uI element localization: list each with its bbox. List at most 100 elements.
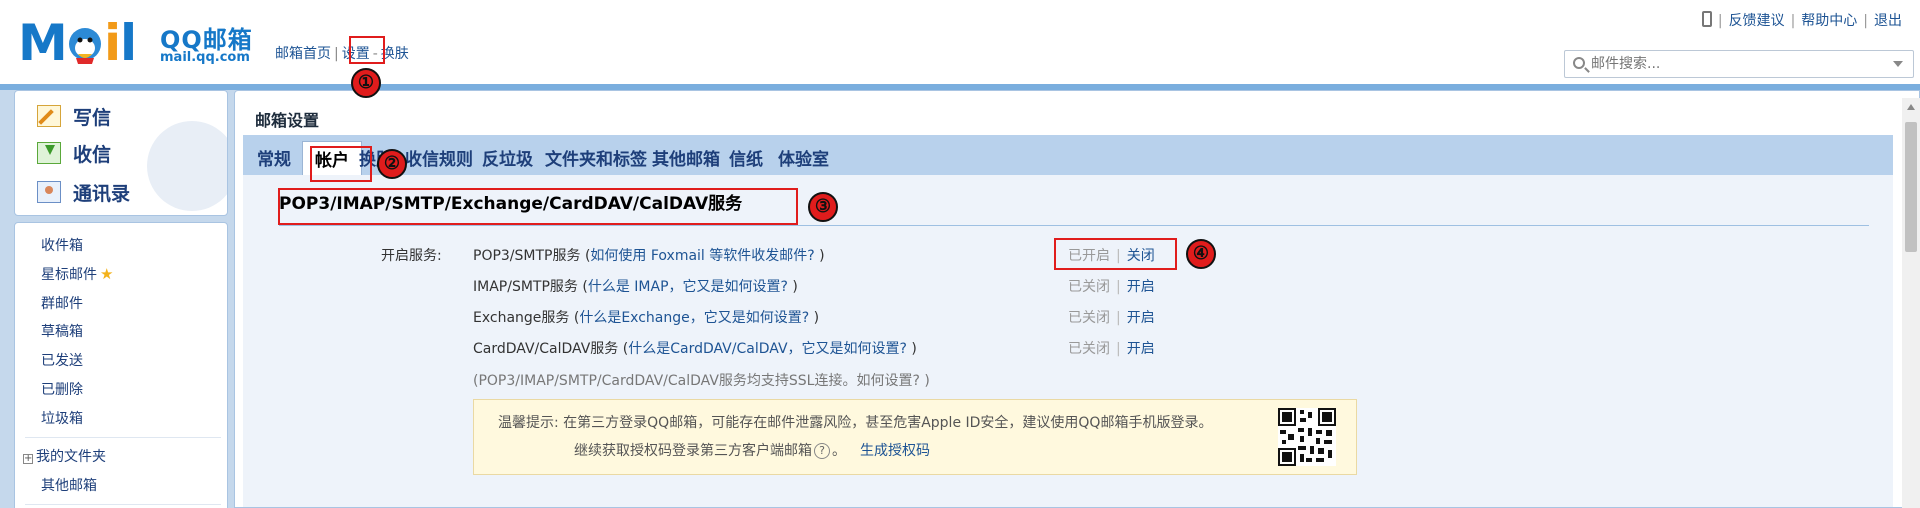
- search-icon: [1573, 57, 1585, 69]
- state-separator: |: [1116, 341, 1121, 357]
- service-paren: ): [787, 279, 798, 295]
- help-center-link[interactable]: 帮助中心: [1801, 13, 1857, 29]
- top-nav: 邮箱首页 | 设置 - 换肤: [275, 43, 409, 63]
- service-help-link[interactable]: 什么是 IMAP，它又是如何设置?: [588, 279, 788, 295]
- receive-button[interactable]: 收信: [37, 138, 111, 168]
- scrollbar-thumb[interactable]: [1905, 122, 1917, 252]
- expand-plus-icon[interactable]: +: [23, 454, 33, 464]
- state-separator: |: [1116, 310, 1121, 326]
- folder-divider: [25, 437, 221, 438]
- annotation-number-3: ③: [808, 192, 838, 222]
- receive-label: 收信: [73, 143, 112, 166]
- quick-actions-panel: 写信 收信 通讯录: [14, 90, 228, 216]
- nav-separator: |: [334, 46, 339, 62]
- annotation-box-account-tab: [310, 146, 372, 182]
- qq-mail-logo[interactable]: M i l QQ邮箱 mail.qq.com: [18, 14, 258, 70]
- ssl-note: (POP3/IMAP/SMTP/CardDAV/CalDAV服务均支持SSL连接…: [473, 373, 930, 389]
- question-help-icon[interactable]: ?: [814, 443, 830, 459]
- folder-spam[interactable]: 垃圾箱: [41, 408, 83, 428]
- chevron-down-icon[interactable]: [1893, 61, 1903, 67]
- tab-folders-labels[interactable]: 文件夹和标签: [545, 145, 647, 170]
- folder-starred[interactable]: 星标邮件 ★: [41, 264, 113, 284]
- my-folders-toggle[interactable]: + 我的文件夹: [23, 446, 106, 466]
- section-divider: [279, 225, 1869, 226]
- service-name: POP3/SMTP服务 (: [473, 248, 591, 264]
- service-imap-state: 已关闭 | 开启: [1068, 276, 1155, 296]
- tab-anti-spam[interactable]: 反垃圾: [482, 145, 533, 170]
- compose-button[interactable]: 写信: [37, 101, 111, 131]
- service-exchange-state: 已关闭 | 开启: [1068, 307, 1155, 327]
- compose-icon: [37, 105, 61, 127]
- page-title: 邮箱设置: [255, 111, 320, 130]
- folder-group-mail[interactable]: 群邮件: [41, 293, 83, 313]
- contacts-icon: [37, 181, 61, 203]
- penguin-watermark: [147, 121, 227, 211]
- scroll-up-arrow-icon[interactable]: [1907, 104, 1915, 110]
- service-pop3-smtp: POP3/SMTP服务 (如何使用 Foxmail 等软件收发邮件? ): [473, 245, 825, 265]
- service-help-link[interactable]: 什么是Exchange，它又是如何设置?: [579, 310, 809, 326]
- warning-tip-box: 温馨提示: 在第三方登录QQ邮箱，可能存在邮件泄露风险，甚至危害Apple ID…: [473, 399, 1357, 475]
- folder-list: 收件箱 星标邮件 ★ 群邮件 草稿箱 已发送 已删除 垃圾箱 + 我的文件夹 其他邮…: [14, 222, 228, 508]
- service-carddav-state: 已关闭 | 开启: [1068, 338, 1155, 358]
- top-links: | 反馈建议 | 帮助中心 | 退出: [1701, 10, 1902, 30]
- annotation-number-4: ④: [1186, 239, 1216, 269]
- folder-deleted[interactable]: 已删除: [41, 379, 83, 399]
- service-paren: ): [906, 341, 917, 357]
- feedback-link[interactable]: 反馈建议: [1729, 13, 1785, 29]
- toplink-separator: |: [1790, 13, 1796, 29]
- mailbox-home-link[interactable]: 邮箱首页: [275, 46, 331, 62]
- tip-action-line: 继续获取授权码登录第三方客户端邮箱?。生成授权码: [574, 440, 930, 460]
- annotation-box-pop3-toggle: [1054, 238, 1177, 270]
- service-name: CardDAV/CalDAV服务 (: [473, 341, 629, 357]
- my-folders-label: 我的文件夹: [36, 449, 106, 465]
- settings-panel: 邮箱设置 常规 帐户 换肤 收信规则 反垃圾 文件夹和标签 其他邮箱 信纸 体验…: [234, 90, 1920, 508]
- tab-general[interactable]: 常规: [257, 145, 291, 170]
- brand-domain: mail.qq.com: [160, 50, 250, 65]
- page-scrollbar[interactable]: [1902, 98, 1920, 508]
- service-help-link[interactable]: 什么是CardDAV/CalDAV，它又是如何设置?: [628, 341, 907, 357]
- folder-drafts[interactable]: 草稿箱: [41, 321, 83, 341]
- tip-text: 温馨提示: 在第三方登录QQ邮箱，可能存在邮件泄露风险，甚至危害Apple ID…: [498, 415, 1213, 431]
- qr-code-icon: [1278, 408, 1336, 466]
- service-imap-smtp: IMAP/SMTP服务 (什么是 IMAP，它又是如何设置? ): [473, 276, 798, 296]
- tab-stationery[interactable]: 信纸: [729, 145, 763, 170]
- service-exchange: Exchange服务 (什么是Exchange，它又是如何设置? ): [473, 307, 819, 327]
- state-separator: |: [1116, 279, 1121, 295]
- toplink-separator: |: [1863, 13, 1868, 29]
- service-name: IMAP/SMTP服务 (: [473, 279, 588, 295]
- folder-inbox[interactable]: 收件箱: [41, 235, 83, 255]
- folder-sent[interactable]: 已发送: [41, 350, 83, 370]
- svg-text:i: i: [104, 14, 121, 70]
- moil-logo-icon: M i l: [18, 14, 137, 70]
- service-exchange-toggle-button[interactable]: 开启: [1127, 310, 1155, 326]
- service-imap-toggle-button[interactable]: 开启: [1127, 279, 1155, 295]
- service-status: 已关闭: [1068, 310, 1110, 326]
- compose-label: 写信: [73, 106, 112, 129]
- tab-other-mailboxes[interactable]: 其他邮箱: [652, 145, 720, 170]
- tab-lab[interactable]: 体验室: [778, 145, 829, 170]
- folder-other-mailboxes[interactable]: 其他邮箱: [41, 475, 97, 495]
- svg-text:M: M: [18, 14, 68, 70]
- annotation-box-services-title: [278, 188, 798, 225]
- service-carddav-caldav: CardDAV/CalDAV服务 (什么是CardDAV/CalDAV，它又是如…: [473, 338, 917, 358]
- top-header: M i l QQ邮箱 mail.qq.com 邮箱首页 | 设置 - 换肤 | 反馈建议 |…: [0, 0, 1920, 88]
- star-icon: ★: [100, 265, 114, 283]
- inbox-download-icon: [37, 142, 61, 164]
- service-help-link[interactable]: 如何使用 Foxmail 等软件收发邮件?: [590, 248, 814, 264]
- annotation-number-2: ②: [377, 149, 407, 179]
- mail-search-box[interactable]: [1564, 50, 1914, 78]
- logout-link[interactable]: 退出: [1874, 13, 1902, 29]
- service-paren: ): [814, 248, 825, 264]
- enable-service-label: 开启服务:: [381, 248, 442, 264]
- contacts-button[interactable]: 通讯录: [37, 177, 130, 207]
- mail-search-input[interactable]: [1591, 54, 1881, 74]
- mobile-phone-icon[interactable]: [1701, 11, 1712, 27]
- annotation-box-settings: [349, 36, 385, 64]
- service-name: Exchange服务 (: [473, 310, 580, 326]
- tab-receive-rules[interactable]: 收信规则: [405, 145, 473, 170]
- service-status: 已关闭: [1068, 341, 1110, 357]
- service-carddav-toggle-button[interactable]: 开启: [1127, 341, 1155, 357]
- folder-divider: [25, 504, 221, 505]
- generate-auth-code-link[interactable]: 生成授权码: [860, 443, 930, 459]
- contacts-label: 通讯录: [73, 182, 131, 205]
